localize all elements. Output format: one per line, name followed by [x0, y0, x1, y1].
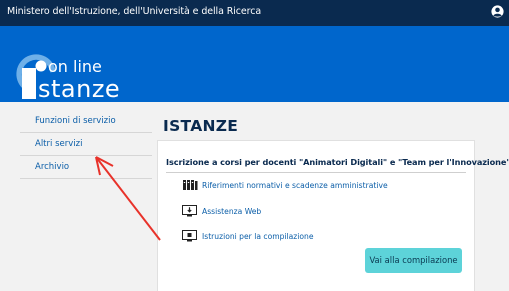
link-label: Riferimenti normativi e scadenze amminis…	[202, 181, 388, 190]
card-divider	[166, 172, 466, 173]
sidebar-item-altri-servizi[interactable]: Altri servizi	[20, 133, 152, 156]
main-content: ISTANZE Iscrizione a corsi per docenti "…	[155, 102, 509, 291]
page-title: ISTANZE	[163, 117, 239, 135]
sidebar-item-funzioni-di-servizio[interactable]: Funzioni di servizio	[20, 108, 152, 133]
ministry-title: Ministero dell'Istruzione, dell'Universi…	[7, 6, 262, 17]
link-label: Istruzioni per la compilazione	[202, 232, 314, 241]
logo-istanze-text: stanze	[38, 75, 121, 102]
support-monitor-icon	[182, 205, 197, 217]
link-label: Assistenza Web	[202, 207, 262, 216]
books-icon	[183, 180, 198, 190]
card-title: Iscrizione a corsi per docenti "Animator…	[166, 157, 509, 167]
vai-alla-compilazione-button[interactable]: Vai alla compilazione	[365, 248, 462, 273]
instructions-monitor-icon	[182, 230, 197, 242]
top-bar: Ministero dell'Istruzione, dell'Universi…	[0, 0, 509, 26]
istanza-card: Iscrizione a corsi per docenti "Animator…	[157, 140, 509, 291]
sidebar-item-archivio[interactable]: Archivio	[20, 156, 152, 179]
sidebar-nav: Funzioni di servizio Altri servizi Archi…	[20, 108, 152, 179]
logo-online-text: on line	[48, 57, 102, 76]
user-circle-icon[interactable]	[491, 5, 504, 18]
header-banner: on line stanze	[0, 26, 509, 102]
